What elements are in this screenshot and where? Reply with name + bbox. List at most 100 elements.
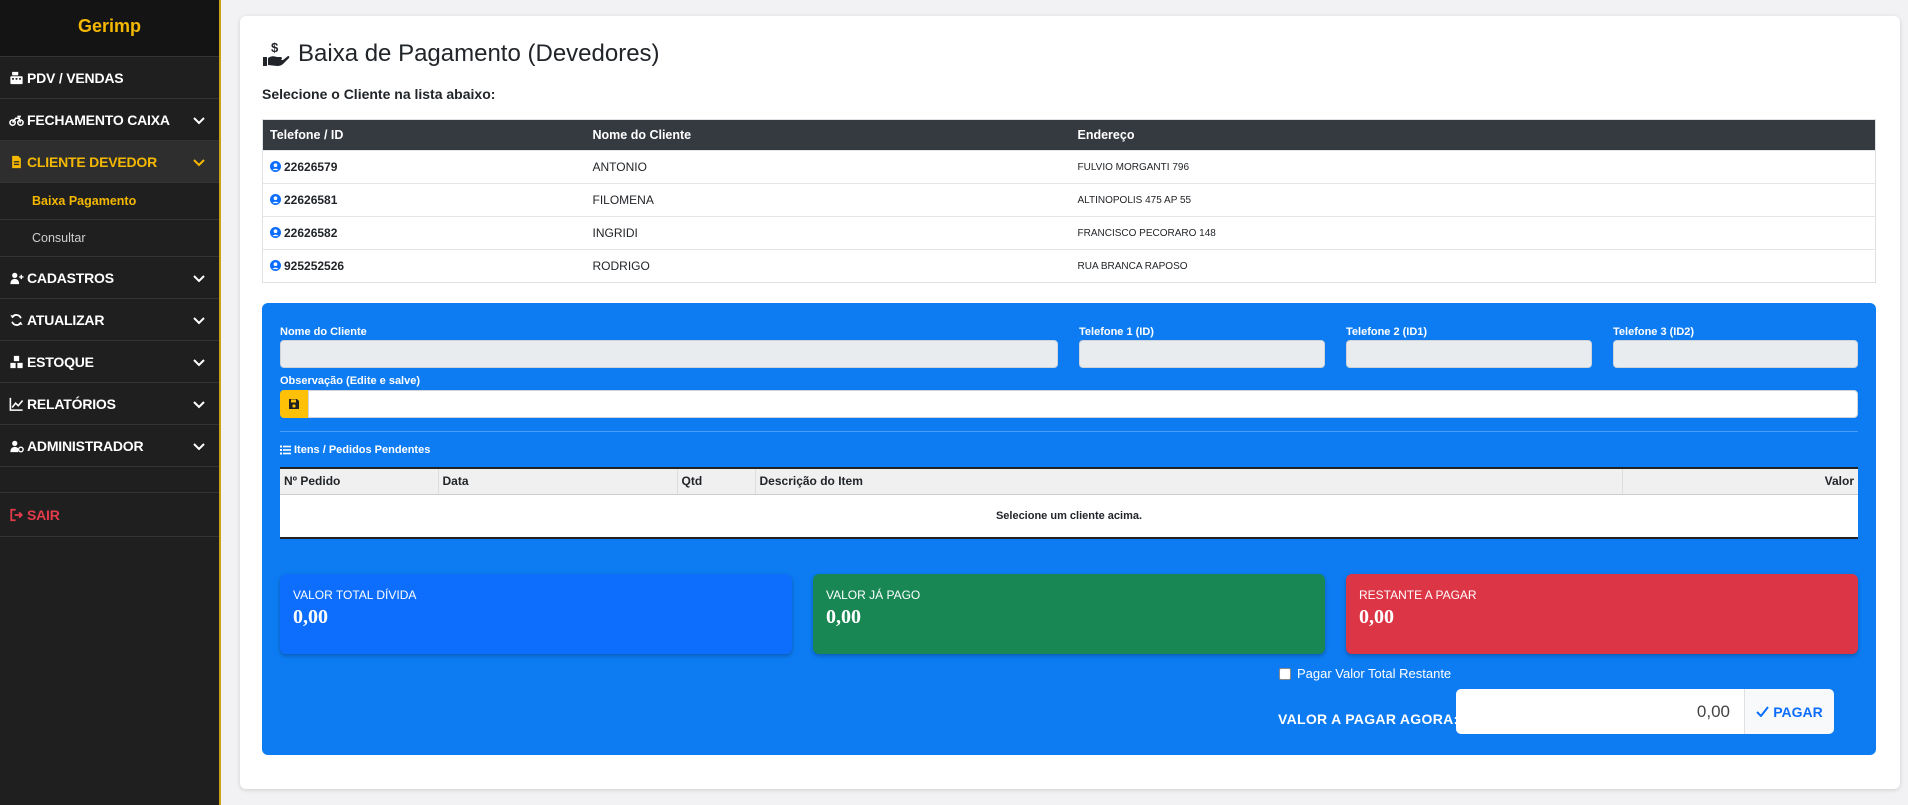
sidebar-subitem-consultar[interactable]: Consultar bbox=[0, 220, 219, 257]
client-phone-cell: 22626582 bbox=[262, 216, 586, 250]
motorcycle-icon bbox=[9, 115, 24, 126]
client-address: FULVIO MORGANTI 796 bbox=[1070, 150, 1876, 184]
logout-button[interactable]: SAIR bbox=[0, 492, 219, 537]
sidebar-item-pdv-vendas[interactable]: PDV / VENDAS bbox=[0, 57, 219, 99]
user-circle-icon bbox=[270, 194, 281, 205]
sidebar-item-label: RELATÓRIOS bbox=[27, 395, 116, 412]
remaining-value: 0,00 bbox=[1359, 606, 1394, 628]
chevron-down-icon bbox=[193, 274, 205, 282]
pay-button-label: PAGAR bbox=[1773, 703, 1823, 720]
boxes-icon bbox=[10, 355, 23, 368]
main-card: $ Baixa de Pagamento (Devedores) Selecio… bbox=[240, 16, 1900, 789]
table-row[interactable]: 925252526 RODRIGO RUA BRANCA RAPOSO bbox=[262, 249, 1876, 283]
client-name: ANTONIO bbox=[585, 150, 1071, 184]
pay-total-checkbox[interactable] bbox=[1279, 667, 1291, 680]
table-header-row: Nº Pedido Data Qtd Descrição do Item Val… bbox=[280, 468, 1858, 495]
client-name: FILOMENA bbox=[585, 183, 1071, 217]
user-circle-icon bbox=[270, 227, 281, 238]
tel1-label: Telefone 1 (ID) bbox=[1079, 326, 1154, 338]
client-phone: 22626582 bbox=[284, 226, 338, 240]
client-phone-cell: 22626579 bbox=[262, 150, 586, 184]
client-address: RUA BRANCA RAPOSO bbox=[1070, 249, 1876, 283]
client-address: FRANCISCO PECORARO 148 bbox=[1070, 216, 1876, 250]
brand-logo[interactable]: Gerimp bbox=[0, 0, 219, 57]
cash-register-icon bbox=[10, 71, 23, 84]
client-phone: 925252526 bbox=[284, 259, 345, 273]
pay-total-checkbox-label: Pagar Valor Total Restante bbox=[1297, 666, 1452, 681]
floppy-disk-icon bbox=[289, 399, 299, 409]
tel3-label: Telefone 3 (ID2) bbox=[1613, 326, 1695, 338]
sidebar-item-atualizar[interactable]: ATUALIZAR bbox=[0, 299, 219, 341]
sidebar-item-estoque[interactable]: ESTOQUE bbox=[0, 341, 219, 383]
sidebar-item-label: ADMINISTRADOR bbox=[27, 437, 144, 454]
sidebar-item-cadastros[interactable]: CADASTROS bbox=[0, 257, 219, 299]
sidebar-item-label: ATUALIZAR bbox=[27, 311, 105, 328]
client-name-field[interactable] bbox=[280, 340, 1058, 368]
pay-amount-input[interactable]: 0,00 bbox=[1456, 689, 1744, 734]
user-cog-icon bbox=[10, 440, 24, 452]
empty-message: Selecione um cliente acima. bbox=[995, 509, 1143, 522]
items-section-title: Itens / Pedidos Pendentes bbox=[280, 444, 430, 456]
sidebar-item-cliente-devedor[interactable]: CLIENTE DEVEDOR bbox=[0, 141, 219, 183]
client-phone-cell: 925252526 bbox=[262, 249, 586, 283]
sidebar-item-fechamento-caixa[interactable]: FECHAMENTO CAIXA bbox=[0, 99, 219, 141]
already-paid-value: 0,00 bbox=[826, 606, 861, 628]
sidebar-item-label: CLIENTE DEVEDOR bbox=[27, 153, 158, 170]
pay-button[interactable]: PAGAR bbox=[1744, 689, 1834, 734]
pay-total-checkbox-group[interactable]: Pagar Valor Total Restante bbox=[1279, 666, 1451, 681]
observation-input[interactable] bbox=[308, 390, 1858, 418]
sync-icon bbox=[10, 313, 23, 326]
save-observation-button[interactable] bbox=[280, 390, 308, 418]
chevron-down-icon bbox=[193, 158, 205, 166]
sidebar: Gerimp PDV / VENDAS FECHAMENTO CAIXA CLI… bbox=[0, 0, 221, 805]
sidebar-item-administrador[interactable]: ADMINISTRADOR bbox=[0, 425, 219, 467]
client-name-label: Nome do Cliente bbox=[280, 326, 367, 338]
hand-holding-dollar-icon: $ bbox=[263, 41, 290, 66]
tel3-field[interactable] bbox=[1613, 340, 1858, 368]
column-header: Nome do Cliente bbox=[585, 119, 1071, 151]
column-header: Nº Pedido bbox=[280, 468, 439, 495]
remaining-label: RESTANTE A PAGAR bbox=[1359, 588, 1477, 602]
user-circle-icon bbox=[270, 161, 281, 172]
page-title: $ Baixa de Pagamento (Devedores) bbox=[262, 40, 660, 68]
sidebar-item-label: PDV / VENDAS bbox=[27, 69, 124, 86]
client-address: ALTINOPOLIS 475 AP 55 bbox=[1070, 183, 1876, 217]
table-header-row: Telefone / ID Nome do Cliente Endereço bbox=[262, 119, 1876, 151]
sidebar-item-label: FECHAMENTO CAIXA bbox=[27, 111, 170, 128]
file-invoice-icon bbox=[12, 155, 21, 168]
table-row[interactable]: 22626582 INGRIDI FRANCISCO PECORARO 148 bbox=[262, 216, 1876, 250]
total-debt-card: VALOR TOTAL DÍVIDA 0,00 bbox=[280, 574, 792, 654]
client-phone: 22626581 bbox=[284, 193, 338, 207]
sidebar-subitem-baixa-pagamento[interactable]: Baixa Pagamento bbox=[0, 183, 219, 220]
page-subtitle: Selecione o Cliente na lista abaixo: bbox=[262, 86, 496, 102]
table-row[interactable]: 22626581 FILOMENA ALTINOPOLIS 475 AP 55 bbox=[262, 183, 1876, 217]
items-title-text: Itens / Pedidos Pendentes bbox=[294, 444, 431, 456]
chevron-down-icon bbox=[193, 442, 205, 450]
pending-items-table: Nº Pedido Data Qtd Descrição do Item Val… bbox=[280, 467, 1858, 539]
tel2-field[interactable] bbox=[1346, 340, 1592, 368]
page-title-text: Baixa de Pagamento (Devedores) bbox=[298, 40, 660, 67]
tel1-field[interactable] bbox=[1079, 340, 1325, 368]
chart-line-icon bbox=[9, 397, 24, 411]
column-header: Data bbox=[438, 468, 678, 495]
chevron-down-icon bbox=[193, 358, 205, 366]
empty-row: Selecione um cliente acima. bbox=[280, 494, 1858, 538]
payment-panel: Nome do Cliente Telefone 1 (ID) Telefone… bbox=[262, 303, 1876, 755]
sidebar-item-relatorios[interactable]: RELATÓRIOS bbox=[0, 383, 219, 425]
client-name: RODRIGO bbox=[585, 249, 1071, 283]
chevron-down-icon bbox=[193, 116, 205, 124]
sidebar-item-label: ESTOQUE bbox=[27, 353, 94, 370]
client-phone: 22626579 bbox=[284, 160, 338, 174]
client-phone-cell: 22626581 bbox=[262, 183, 586, 217]
check-icon bbox=[1756, 706, 1770, 717]
list-icon bbox=[280, 445, 291, 455]
user-plus-icon bbox=[10, 272, 24, 284]
chevron-down-icon bbox=[193, 400, 205, 408]
column-header: Valor bbox=[1622, 468, 1858, 495]
table-row[interactable]: 22626579 ANTONIO FULVIO MORGANTI 796 bbox=[262, 150, 1876, 184]
total-debt-label: VALOR TOTAL DÍVIDA bbox=[293, 588, 417, 602]
column-header: Endereço bbox=[1070, 119, 1876, 151]
already-paid-card: VALOR JÁ PAGO 0,00 bbox=[813, 574, 1325, 654]
chevron-down-icon bbox=[193, 316, 205, 324]
